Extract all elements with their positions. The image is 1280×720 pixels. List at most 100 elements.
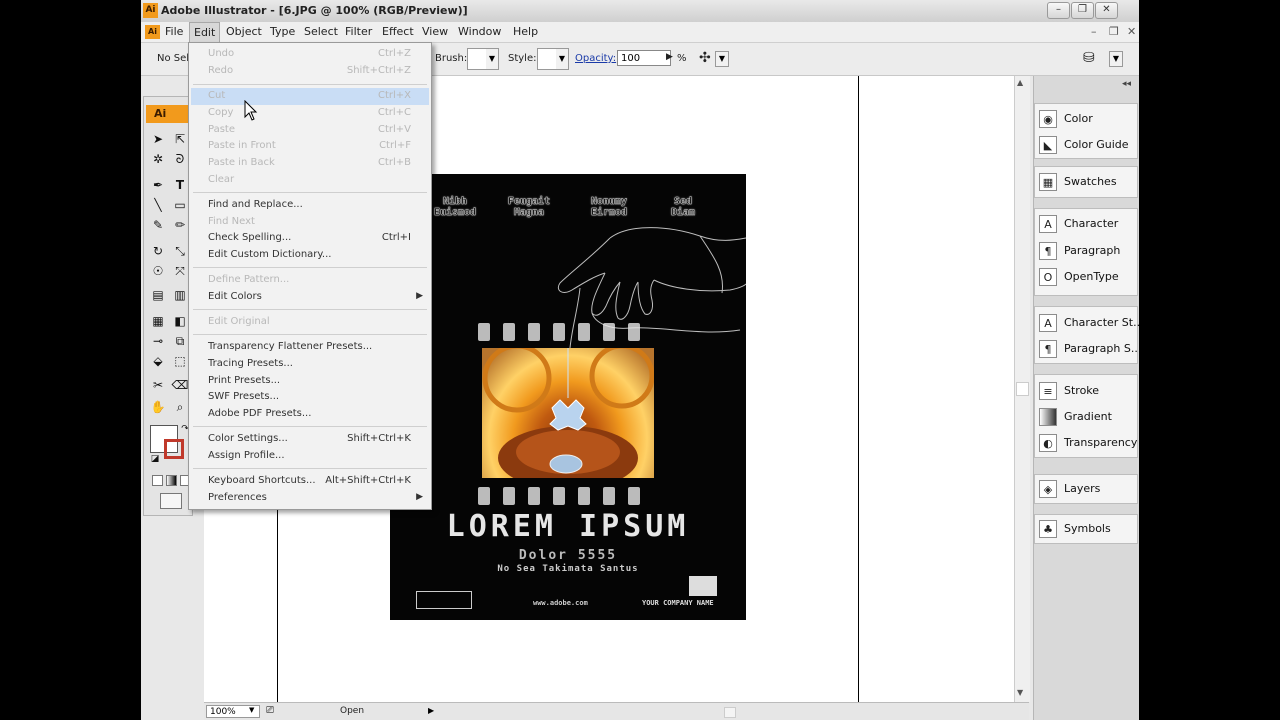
hscroll-thumb[interactable] <box>724 707 736 718</box>
menu-object[interactable]: Object <box>222 22 266 42</box>
brush-swatch[interactable] <box>467 48 487 70</box>
panel-color-guide[interactable]: ◣ Color Guide <box>1039 134 1137 156</box>
menu-select[interactable]: Select <box>300 22 342 42</box>
rectangle-tool-icon[interactable]: ▭ <box>170 197 190 214</box>
menu-item-edit-dictionary[interactable]: Edit Custom Dictionary... <box>191 247 429 264</box>
doc-close-icon[interactable]: ✕ <box>1127 25 1136 38</box>
graph-tool-icon[interactable]: ▥ <box>170 287 190 304</box>
gradient-mode-icon[interactable] <box>166 475 177 486</box>
menu-item-copy[interactable]: Copy Ctrl+C <box>191 105 429 122</box>
panel-transparency[interactable]: ◐ Transparency <box>1039 432 1137 454</box>
minimize-window-button[interactable]: – <box>1047 2 1070 19</box>
doc-minimize-icon[interactable]: – <box>1091 25 1097 38</box>
close-window-button[interactable]: ✕ <box>1095 2 1118 19</box>
hand-tool-icon[interactable]: ✋ <box>148 399 168 416</box>
screen-mode-icon[interactable] <box>160 493 182 509</box>
panel-opentype[interactable]: O OpenType <box>1039 266 1137 288</box>
direct-selection-tool-icon[interactable]: ⇱ <box>170 131 190 148</box>
pen-tool-icon[interactable]: ✒ <box>148 177 168 194</box>
line-tool-icon[interactable]: ╲ <box>148 197 168 214</box>
menu-item-transparency-presets[interactable]: Transparency Flattener Presets... <box>191 339 429 356</box>
rotate-tool-icon[interactable]: ↻ <box>148 243 168 260</box>
style-swatch[interactable] <box>537 48 557 70</box>
restore-window-button[interactable]: ❐ <box>1071 2 1094 19</box>
live-paint-selection-icon[interactable]: ⬚ <box>170 353 190 370</box>
menu-item-find-replace[interactable]: Find and Replace... <box>191 197 429 214</box>
menu-item-preferences[interactable]: Preferences ▶ <box>191 490 429 507</box>
panel-character[interactable]: A Character <box>1039 213 1137 235</box>
recolor-artwork-icon[interactable]: ✣ <box>699 50 711 66</box>
menu-item-undo[interactable]: Undo Ctrl+Z <box>191 46 429 63</box>
poster-artwork[interactable]: Nibh Euismod Feugait Magna Nonumy Eirmod Se… <box>390 174 746 620</box>
menu-window[interactable]: Window <box>454 22 505 42</box>
panel-symbols[interactable]: ♣ Symbols <box>1039 518 1137 540</box>
menu-item-swf-presets[interactable]: SWF Presets... <box>191 389 429 406</box>
vertical-scrollbar[interactable]: ▲ ▼ <box>1014 76 1030 702</box>
menu-item-cut[interactable]: Cut Ctrl+X <box>191 88 429 105</box>
opacity-arrow-icon[interactable]: ▶ <box>666 52 673 62</box>
type-tool-icon[interactable]: T <box>170 177 190 194</box>
warp-tool-icon[interactable]: ☉ <box>148 263 168 280</box>
opacity-input[interactable]: 100 <box>617 50 671 66</box>
menu-edit[interactable]: Edit <box>189 22 221 43</box>
panel-swatches[interactable]: ▦ Swatches <box>1039 171 1137 193</box>
menu-item-paste-in-front[interactable]: Paste in Front Ctrl+F <box>191 138 429 155</box>
panel-character-styles[interactable]: A Character St... <box>1039 312 1139 334</box>
scroll-thumb[interactable] <box>1016 382 1029 396</box>
menu-item-pdf-presets[interactable]: Adobe PDF Presets... <box>191 406 429 423</box>
menu-item-clear[interactable]: Clear <box>191 172 429 189</box>
collapse-dock-icon[interactable]: ◂◂ <box>1122 79 1131 89</box>
menu-type[interactable]: Type <box>266 22 299 42</box>
pencil-tool-icon[interactable]: ✏ <box>170 217 190 234</box>
lasso-tool-icon[interactable]: ᘐ <box>170 151 190 168</box>
zoom-dropdown-icon[interactable]: ▼ <box>249 706 254 714</box>
menu-item-paste-in-back[interactable]: Paste in Back Ctrl+B <box>191 155 429 172</box>
color-mode-icon[interactable] <box>152 475 163 486</box>
menu-view[interactable]: View <box>418 22 452 42</box>
default-colors-icon[interactable]: ◪ <box>150 451 160 468</box>
menu-item-paste[interactable]: Paste Ctrl+V <box>191 122 429 139</box>
scroll-down-icon[interactable]: ▼ <box>1017 688 1023 697</box>
menu-item-color-settings[interactable]: Color Settings... Shift+Ctrl+K <box>191 431 429 448</box>
menu-item-define-pattern[interactable]: Define Pattern... <box>191 272 429 289</box>
selection-tool-icon[interactable]: ➤ <box>148 131 168 148</box>
menu-item-assign-profile[interactable]: Assign Profile... <box>191 448 429 465</box>
symbol-sprayer-tool-icon[interactable]: ▤ <box>148 287 168 304</box>
menu-file[interactable]: File <box>161 22 187 42</box>
menu-item-print-presets[interactable]: Print Presets... <box>191 373 429 390</box>
scroll-up-icon[interactable]: ▲ <box>1017 78 1023 87</box>
blend-tool-icon[interactable]: ⧉ <box>170 333 190 350</box>
panel-menu-dropdown-icon[interactable]: ▼ <box>1109 51 1123 67</box>
panel-paragraph-styles[interactable]: ¶ Paragraph S... <box>1039 338 1139 360</box>
menu-filter[interactable]: Filter <box>341 22 376 42</box>
doc-restore-icon[interactable]: ❐ <box>1109 25 1119 38</box>
slice-tool-icon[interactable]: ✂ <box>148 377 168 394</box>
menu-item-keyboard-shortcuts[interactable]: Keyboard Shortcuts... Alt+Shift+Ctrl+K <box>191 473 429 490</box>
zoom-tool-icon[interactable]: ⌕ <box>170 399 190 416</box>
menu-effect[interactable]: Effect <box>378 22 418 42</box>
document-setup-icon[interactable]: ⛁ <box>1083 50 1095 66</box>
panel-paragraph[interactable]: ¶ Paragraph <box>1039 240 1137 262</box>
status-menu-icon[interactable]: ⎚ <box>266 705 274 716</box>
menu-help[interactable]: Help <box>509 22 542 42</box>
recolor-dropdown-icon[interactable]: ▼ <box>715 51 729 67</box>
panel-stroke[interactable]: ≡ Stroke <box>1039 380 1137 402</box>
menu-item-tracing-presets[interactable]: Tracing Presets... <box>191 356 429 373</box>
opacity-label[interactable]: Opacity: <box>575 53 616 64</box>
menu-item-edit-original[interactable]: Edit Original <box>191 314 429 331</box>
paintbrush-tool-icon[interactable]: ✎ <box>148 217 168 234</box>
panel-color[interactable]: ◉ Color <box>1039 108 1137 130</box>
style-dropdown-icon[interactable]: ▼ <box>556 48 569 70</box>
status-arrow-icon[interactable]: ▶ <box>428 706 434 715</box>
eyedropper-tool-icon[interactable]: ⊸ <box>148 333 168 350</box>
stroke-color-swatch[interactable] <box>164 439 184 459</box>
mesh-tool-icon[interactable]: ▦ <box>148 313 168 330</box>
scale-tool-icon[interactable]: ⤡ <box>170 243 190 260</box>
brush-dropdown-icon[interactable]: ▼ <box>486 48 499 70</box>
panel-gradient[interactable]: Gradient <box>1039 406 1137 428</box>
eraser-tool-icon[interactable]: ⌫ <box>170 377 190 394</box>
free-transform-tool-icon[interactable]: ⤧ <box>170 263 190 280</box>
live-paint-tool-icon[interactable]: ⬙ <box>148 353 168 370</box>
menu-item-edit-colors[interactable]: Edit Colors ▶ <box>191 289 429 306</box>
menu-item-check-spelling[interactable]: Check Spelling... Ctrl+I <box>191 230 429 247</box>
